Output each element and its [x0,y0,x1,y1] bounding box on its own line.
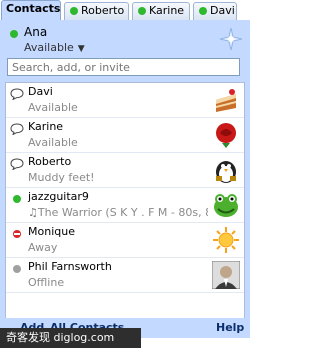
penguin-icon [216,161,236,183]
chat-app: Contacts Roberto Karine Davi Ana Availab… [0,0,255,348]
tab-contacts[interactable]: Contacts [1,0,61,21]
tab-roberto[interactable]: Roberto [64,2,129,20]
music-note-icon: ♫ [28,206,38,219]
contact-name: Phil Farnsworth [28,260,112,273]
status-text: Available [24,41,74,54]
contact-row[interactable]: Monique Away [6,223,244,258]
sparkle-icon[interactable] [218,26,244,52]
contact-name: Monique [28,225,75,238]
my-status: Ana Available ▼ [4,22,246,58]
contact-status: ♫The Warrior (S K Y . F M - 80s, 80s [28,206,208,219]
tab-davi[interactable]: Davi [193,2,237,20]
contact-status: Offline [28,276,65,289]
contact-status: Available [28,101,78,114]
search-input[interactable] [7,58,240,76]
online-dot-icon [138,7,146,15]
contact-status: Muddy feet! [28,171,95,184]
rose-icon [212,121,240,149]
speech-bubble-icon [10,123,24,135]
speech-bubble-icon [10,158,24,170]
contact-name: Roberto [28,155,72,168]
contact-name: Karine [28,120,64,133]
online-dot-icon [199,7,207,15]
contact-row[interactable]: Roberto Muddy feet! [6,153,244,188]
online-dot-icon [13,195,21,203]
status-dropdown[interactable]: Available ▼ [24,41,85,54]
offline-dot-icon [13,265,21,273]
tab-bar: Contacts Roberto Karine Davi [0,0,255,21]
sun-icon [213,227,239,253]
photo-icon [212,261,240,289]
cake-icon [216,89,236,112]
tab-label: Davi [210,4,235,17]
contact-name: jazzguitar9 [28,190,89,203]
my-name: Ana [24,25,48,39]
contact-name: Davi [28,85,53,98]
online-dot-icon [10,30,18,38]
busy-dot-dash [14,233,20,235]
speech-bubble-icon [10,88,24,100]
online-dot-icon [70,7,78,15]
chevron-down-icon: ▼ [77,44,85,54]
watermark-text: 奇客发现 diglog.com [0,328,141,348]
help-link[interactable]: Help [216,321,244,334]
tab-label: Contacts [6,2,61,15]
contact-status: Available [28,136,78,149]
contact-list: Davi Available Karine Available Roberto … [5,82,245,322]
frog-icon [214,194,238,217]
contact-row[interactable]: jazzguitar9 ♫The Warrior (S K Y . F M - … [6,188,244,223]
contact-row[interactable]: Karine Available [6,118,244,153]
contact-status: Away [28,241,58,254]
contacts-panel: Ana Available▼ Davi Available [0,20,250,338]
tab-label: Karine [149,4,185,17]
tab-karine[interactable]: Karine [132,2,190,20]
tab-label: Roberto [81,4,125,17]
contact-row[interactable]: Phil Farnsworth Offline [6,258,244,293]
contact-row[interactable]: Davi Available [6,83,244,118]
